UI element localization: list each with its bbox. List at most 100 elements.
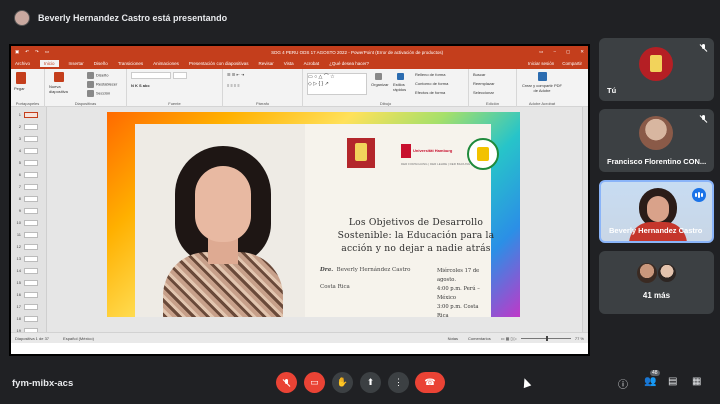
quick-styles-button[interactable]: Estilos rápidos [393,73,411,92]
vertical-scrollbar[interactable] [582,107,588,343]
align-icons[interactable]: ≡ ≡ ≡ ≡ [227,83,240,88]
pp-window-title: SDG 4 PERU ODS 17 AGOSTO 2022 - PowerPoi… [271,49,444,55]
present-icon[interactable]: ▭ [45,49,49,55]
people-icon[interactable]: 👥 [644,376,656,387]
slide-thumbnail[interactable]: 14 [13,266,43,275]
shape-outline-button[interactable]: Contorno de forma [415,81,448,86]
layout-button[interactable]: Diseño [87,72,108,79]
slide-thumbnail[interactable]: 10 [13,218,43,227]
redo-icon[interactable]: ↷ [35,49,39,55]
new-slide-button[interactable]: Nueva diapositiva [49,72,71,94]
slide-thumbnail[interactable]: 11 [13,230,43,239]
language-indicator[interactable]: Español (México) [63,336,94,341]
slide-thumbnail[interactable]: 7 [13,182,43,191]
replace-button[interactable]: Reemplazar [473,81,495,86]
photo-face [195,166,251,242]
shape-fill-button[interactable]: Relleno de forma [415,72,445,77]
share-button[interactable]: Compartir [562,61,582,66]
tab-acrobat[interactable]: Acrobat [304,61,320,66]
current-slide[interactable]: Universität Hamburg DER FORSCHUNG | DER … [107,112,520,317]
participant-tile-you[interactable]: Tú [599,38,714,101]
tab-animaciones[interactable]: Animaciones [153,61,179,66]
tab-insertar[interactable]: Insertar [69,61,84,66]
shape-effects-button[interactable]: Efectos de forma [415,90,445,95]
leave-call-button[interactable]: ☎ [415,372,445,393]
mic-off-icon [283,378,291,387]
chat-icon[interactable]: ▤ [668,376,677,387]
tab-presentacion[interactable]: Presentación con diapositivas [189,61,249,66]
reset-button[interactable]: Restablecer [87,81,117,88]
select-button[interactable]: Seleccionar [473,90,494,95]
thumb-image [24,231,38,238]
slide-thumbnail[interactable]: 17 [13,302,43,311]
find-button[interactable]: Buscar [473,72,485,77]
shapes-gallery[interactable]: ▭ ○ △ ⌒ ☆ ◇ ▷ { } ↗ [307,73,367,95]
comments-button[interactable]: Comentarios [468,336,491,341]
slide-thumbnail[interactable]: 8 [13,194,43,203]
slide-thumbnail[interactable]: 16 [13,290,43,299]
font-name-field[interactable] [131,72,171,79]
tab-vista[interactable]: Vista [284,61,294,66]
slide-thumbnail[interactable]: 18 [13,314,43,323]
paste-button[interactable]: Pegar [14,72,26,91]
maximize-icon[interactable]: ▢ [566,49,570,55]
slide-thumbnail[interactable]: 1 [13,110,43,119]
slide-content: Universität Hamburg DER FORSCHUNG | DER … [135,124,499,317]
tab-revisar[interactable]: Revisar [258,61,273,66]
font-size-field[interactable] [173,72,187,79]
zoom-slider[interactable] [520,335,571,341]
slide-thumbnail[interactable]: 12 [13,242,43,251]
ribbon-options-icon[interactable]: ▭ [539,49,543,55]
sign-in-link[interactable]: Iniciar sesión [528,61,554,66]
slide-thumbnail[interactable]: 13 [13,254,43,263]
minimize-icon[interactable]: – [553,49,556,55]
arrange-button[interactable]: Organizar [371,73,389,87]
slide-thumbnail[interactable]: 2 [13,122,43,131]
zoom-level[interactable]: 77 % [575,336,584,341]
tab-transiciones[interactable]: Transiciones [118,61,143,66]
group-adobe: Crear y compartir PDF de Adobe Adobe Acr… [517,69,567,107]
slide-thumbnail[interactable]: 9 [13,206,43,215]
hand-icon: ✋ [336,377,349,387]
activities-icon[interactable]: ▦ [692,376,701,387]
tab-diseno[interactable]: Diseño [94,61,108,66]
save-icon[interactable]: ▣ [15,49,19,55]
create-pdf-button[interactable]: Crear y compartir PDF de Adobe [521,72,563,93]
slide-thumbnail[interactable]: 4 [13,146,43,155]
thumb-image [24,159,38,166]
participant-tile[interactable]: Francisco Florentino CON... [599,109,714,172]
info-icon[interactable]: ⓘ [618,376,628,391]
slide-thumbnail[interactable]: 15 [13,278,43,287]
tab-archivo[interactable]: Archivo [15,61,30,66]
undo-icon[interactable]: ↶ [25,49,29,55]
more-options-button[interactable]: ⋮ [388,372,409,393]
tab-inicio[interactable]: Inicio [40,60,59,67]
new-slide-label: Nueva diapositiva [49,84,68,94]
thumb-image [24,243,38,250]
bold-icon[interactable]: N K S abc [131,83,150,88]
avatar [639,47,673,81]
notes-button[interactable]: Notas [448,336,458,341]
view-buttons[interactable]: ▭ ▦ ▯ ▷ [501,336,517,341]
author-prefix: Dra. [320,267,334,273]
more-participants-tile[interactable]: 41 más [599,251,714,314]
slide-thumbnail[interactable]: 3 [13,134,43,143]
close-icon[interactable]: ✕ [580,49,584,55]
raise-hand-button[interactable]: ✋ [332,372,353,393]
thumb-image [24,219,38,226]
list-icons[interactable]: ☰ ☰ ⇤ ⇥ [227,72,244,77]
thumb-number: 7 [18,184,21,189]
section-button[interactable]: Sección [87,90,110,97]
participant-tile-speaking[interactable]: Beverly Hernandez Castro [599,180,714,243]
camera-toggle-button[interactable]: ▭ [304,372,325,393]
arrange-label: Organizar [371,82,389,87]
thumb-number: 11 [16,232,21,237]
pp-menu-tabs: Archivo Inicio Insertar Diseño Transicio… [11,58,588,69]
mic-toggle-button[interactable] [276,372,297,393]
tell-me-search[interactable]: ¿Qué desea hacer? [329,61,369,66]
slide-thumbnail[interactable]: 5 [13,158,43,167]
pp-statusbar: Diapositiva 1 de 37 Español (México) Not… [11,332,588,343]
zoom-handle[interactable] [545,335,548,341]
slide-thumbnail[interactable]: 6 [13,170,43,179]
present-button[interactable]: ⬆ [360,372,381,393]
